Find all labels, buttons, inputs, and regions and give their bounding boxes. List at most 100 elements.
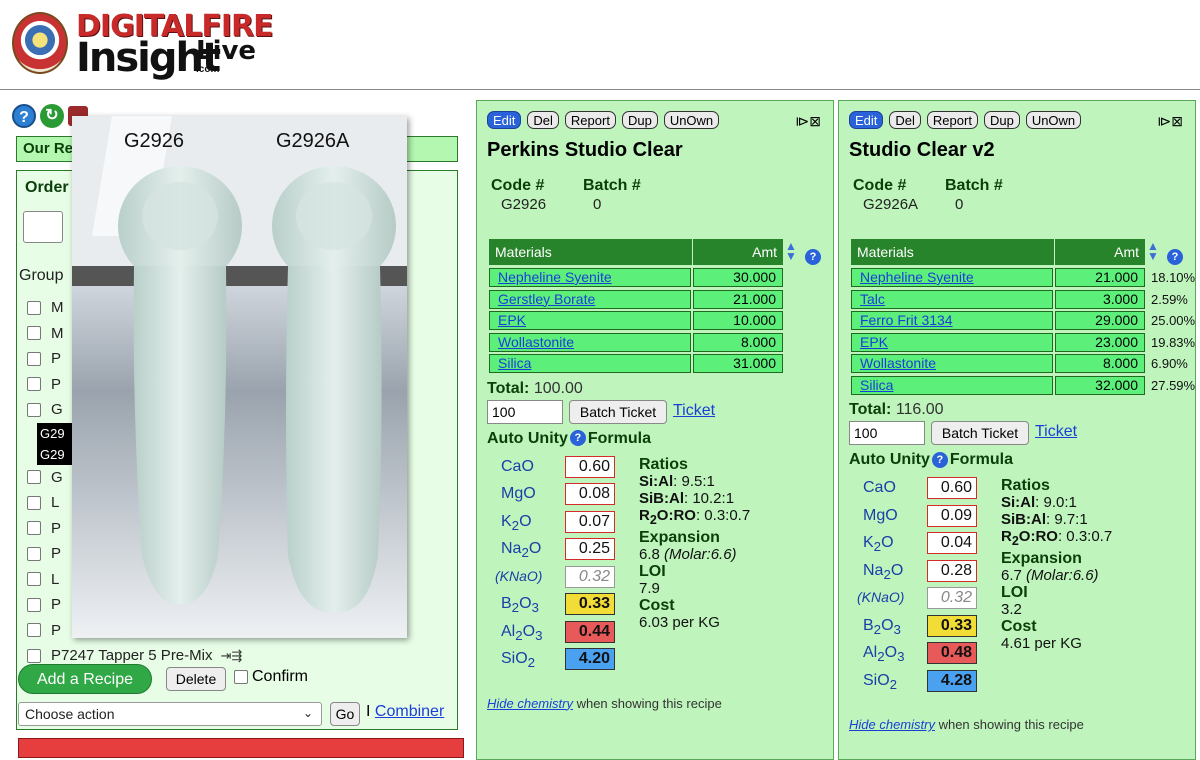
recipe-checkbox[interactable] — [27, 546, 41, 561]
material-amount[interactable]: 30.000 — [693, 268, 783, 287]
close-icon[interactable]: ⊠ — [809, 113, 821, 129]
material-amount[interactable]: 3.000 — [1055, 289, 1145, 309]
ticket-link[interactable]: Ticket — [673, 402, 715, 420]
oxide-value: 0.33 — [927, 614, 977, 637]
dup-button[interactable]: Dup — [983, 111, 1020, 129]
recipe-checkbox[interactable] — [27, 377, 41, 392]
confirm-checkbox[interactable]: Confirm — [234, 668, 308, 686]
code-label: Code # — [853, 177, 907, 194]
material-link[interactable]: Nepheline Syenite — [851, 268, 1053, 287]
material-row: EPK 10.000 — [489, 311, 783, 330]
recipe-item-label: G29 — [40, 425, 65, 441]
material-amount[interactable]: 29.000 — [1055, 311, 1145, 330]
close-icon[interactable]: ⊠ — [1171, 113, 1183, 129]
batch-size-input[interactable]: 100 — [487, 399, 563, 424]
batch-size-input[interactable]: 100 — [849, 421, 925, 445]
recipe-checkbox[interactable] — [27, 300, 41, 315]
material-amount[interactable]: 32.000 — [1055, 375, 1145, 395]
r2o-ro-value: : 0.3:0.7 — [695, 506, 751, 524]
material-link[interactable]: Gerstley Borate — [489, 289, 691, 309]
oxide-value: 0.60 — [565, 455, 615, 478]
material-amount[interactable]: 21.000 — [1055, 268, 1145, 287]
material-percent: 19.83% — [1151, 334, 1196, 350]
si-al-label: Si:Al — [639, 472, 674, 490]
recipe-item-label: P — [51, 545, 62, 563]
material-amount[interactable]: 8.000 — [1055, 354, 1145, 373]
material-link[interactable]: Silica — [489, 354, 691, 373]
recipe-checkbox[interactable] — [27, 402, 41, 417]
edit-button[interactable]: Edit — [487, 111, 522, 129]
sort-arrows-icon[interactable]: ▲ ▼ — [785, 240, 797, 262]
chevron-down-icon: ⌄ — [302, 706, 313, 720]
batch-ticket-button[interactable]: Batch Ticket — [931, 421, 1029, 445]
recipe-checkbox[interactable] — [27, 648, 41, 663]
recipe-checkbox[interactable] — [27, 623, 41, 638]
recipe-checkbox[interactable] — [27, 351, 41, 366]
refresh-icon[interactable]: ↻ — [40, 104, 64, 128]
recipe-checkbox[interactable] — [27, 597, 41, 612]
header-divider — [1054, 239, 1055, 265]
help-icon[interactable]: ? — [931, 451, 948, 468]
recipe-checkbox[interactable] — [27, 572, 41, 587]
report-button[interactable]: Report — [564, 111, 616, 129]
cost-value: 6.03 per KG — [639, 613, 720, 631]
hide-chemistry-row: Hide chemistry when showing this recipe — [849, 717, 1084, 732]
collapse-icon[interactable]: ⧐ — [1157, 113, 1171, 129]
help-icon[interactable]: ? — [569, 430, 586, 447]
hide-chemistry-link[interactable]: Hide chemistry — [849, 717, 935, 732]
del-button[interactable]: Del — [527, 111, 559, 129]
sort-arrows-icon[interactable]: ▲ ▼ — [1147, 240, 1159, 262]
go-button[interactable]: Go — [330, 702, 360, 726]
help-icon[interactable]: ? — [12, 104, 36, 128]
recipe-panel-1: Edit Del Report Dup UnOwn ⧐⊠ Perkins Studio Cl… — [476, 100, 834, 760]
hide-chemistry-link[interactable]: Hide chemistry — [487, 696, 573, 711]
collapse-icon[interactable]: ⧐ — [795, 113, 809, 129]
material-amount[interactable]: 8.000 — [693, 332, 783, 352]
dup-button[interactable]: Dup — [621, 111, 658, 129]
material-link[interactable]: EPK — [489, 311, 691, 330]
recipe-item-label: M — [51, 324, 64, 342]
glaze-tiles-image — [72, 116, 407, 638]
material-amount[interactable]: 21.000 — [693, 289, 783, 309]
total-label: Total: — [849, 401, 892, 418]
recipe-checkbox[interactable] — [27, 326, 41, 341]
material-link[interactable]: Nepheline Syenite — [489, 268, 691, 287]
report-button[interactable]: Report — [926, 111, 978, 129]
recipe-list-item[interactable]: G29 — [37, 443, 77, 465]
material-link[interactable]: EPK — [851, 332, 1053, 352]
sib-al-value: : 9.7:1 — [1046, 511, 1088, 528]
unown-button[interactable]: UnOwn — [663, 111, 720, 129]
help-icon[interactable]: ? — [1167, 249, 1183, 265]
delete-button[interactable]: Delete — [166, 667, 226, 691]
confirm-checkbox-box[interactable] — [234, 670, 248, 684]
oxide-value: 0.25 — [565, 538, 615, 560]
material-amount[interactable]: 10.000 — [693, 311, 783, 330]
material-link[interactable]: Silica — [851, 375, 1053, 395]
material-amount[interactable]: 31.000 — [693, 354, 783, 373]
material-link[interactable]: Wollastonite — [851, 354, 1053, 373]
add-recipe-button[interactable]: Add a Recipe — [18, 664, 152, 694]
ticket-link[interactable]: Ticket — [1035, 423, 1077, 441]
action-select[interactable]: Choose action ⌄ — [18, 702, 322, 726]
combiner-link[interactable]: Combiner — [375, 703, 444, 720]
edit-button[interactable]: Edit — [849, 111, 884, 129]
material-row: Wollastonite 8.000 6.90% — [851, 354, 1188, 373]
material-amount[interactable]: 23.000 — [1055, 332, 1145, 352]
oxide-label: MgO — [501, 485, 536, 502]
unown-button[interactable]: UnOwn — [1025, 111, 1082, 129]
material-link[interactable]: Talc — [851, 289, 1053, 309]
material-link[interactable]: Wollastonite — [489, 332, 691, 352]
oxide-label: K2O — [863, 534, 894, 555]
recipe-checkbox[interactable] — [27, 521, 41, 536]
del-button[interactable]: Del — [889, 111, 921, 129]
material-link[interactable]: Ferro Frit 3134 — [851, 311, 1053, 330]
batch-ticket-button[interactable]: Batch Ticket — [569, 399, 667, 424]
recipe-actions-icon[interactable]: ⇥⇶ — [220, 648, 242, 664]
recipe-checkbox[interactable] — [27, 470, 41, 485]
help-icon[interactable]: ? — [805, 249, 821, 265]
our-pictures-header[interactable] — [18, 738, 464, 758]
recipe-list-item[interactable]: G29 — [37, 422, 77, 444]
photo-label-left: G2926 — [124, 130, 185, 152]
recipe-checkbox[interactable] — [27, 495, 41, 510]
order-input[interactable] — [23, 211, 63, 243]
